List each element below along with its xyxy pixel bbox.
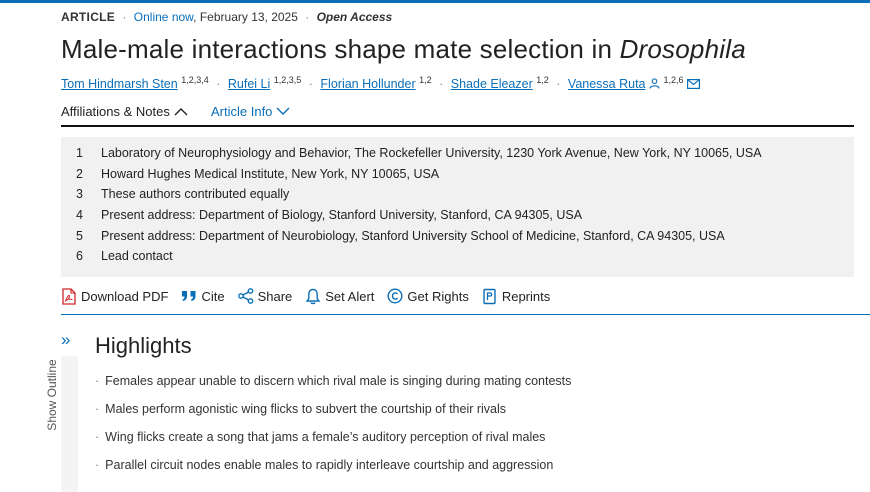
author-list: Tom Hindmarsh Sten 1,2,3,4 · Rufei Li 1,…	[61, 75, 701, 92]
article-title: Male-male interactions shape mate select…	[61, 34, 746, 65]
author-separator: ·	[216, 77, 221, 92]
affiliation-number: 1	[76, 146, 83, 161]
set-alert-label: Set Alert	[325, 288, 375, 304]
download-pdf-label: Download PDF	[81, 288, 169, 304]
affiliation-text: Laboratory of Neurophysiology and Behavi…	[101, 146, 762, 161]
author-separator: ·	[439, 77, 444, 92]
reprints-label: Reprints	[501, 288, 551, 304]
chevron-down-icon	[276, 107, 290, 115]
expand-outline-icon[interactable]: »	[61, 331, 75, 349]
author-affil-sup: 1,2,3,5	[273, 75, 302, 85]
affiliation-number: 6	[76, 249, 83, 264]
share-label: Share	[257, 288, 293, 304]
outline-rail	[61, 356, 78, 492]
affiliation-item: 2 Howard Hughes Medical Institute, New Yo…	[61, 164, 854, 185]
share-icon	[237, 288, 253, 304]
highlight-item: Parallel circuit nodes enable males to r…	[95, 458, 571, 486]
cite-button[interactable]: Cite	[181, 288, 225, 304]
chevron-up-icon	[174, 108, 188, 116]
author-affil-sup: 1,2	[536, 75, 549, 85]
author-link[interactable]: Vanessa Ruta	[568, 77, 646, 91]
author-link[interactable]: Rufei Li	[228, 77, 270, 91]
affiliations-panel: 1 Laboratory of Neurophysiology and Behav…	[61, 137, 854, 277]
cite-label: Cite	[201, 288, 225, 304]
author-link[interactable]: Tom Hindmarsh Sten	[61, 77, 178, 91]
meta-separator: ·	[305, 10, 310, 24]
highlights-heading: Highlights	[95, 333, 192, 358]
open-access-badge: Open Access	[316, 10, 393, 24]
article-type: ARTICLE	[61, 10, 116, 24]
article-meta: ARTICLE · Online now, February 13, 2025 …	[61, 10, 392, 24]
highlight-item: Females appear unable to discern which r…	[95, 374, 571, 402]
tab-affiliations-label: Affiliations & Notes	[61, 104, 170, 119]
affiliation-text: Howard Hughes Medical Institute, New Yor…	[101, 166, 440, 181]
affiliation-text: Present address: Department of Neurobiol…	[101, 228, 725, 243]
share-button[interactable]: Share	[237, 288, 293, 304]
pdf-icon	[62, 287, 76, 305]
author-separator: ·	[556, 77, 561, 92]
person-icon[interactable]	[649, 78, 660, 92]
copyright-icon	[387, 288, 403, 304]
meta-separator: ·	[122, 10, 127, 24]
publish-date: February 13, 2025	[199, 10, 298, 24]
affiliation-item: 1 Laboratory of Neurophysiology and Behav…	[61, 143, 854, 164]
affiliation-item: 4 Present address: Department of Biology,…	[61, 205, 854, 226]
tab-article-info[interactable]: Article Info	[211, 104, 290, 119]
top-accent-bar	[0, 0, 870, 3]
affiliation-item: 5 Present address: Department of Neurobio…	[61, 225, 854, 246]
reprints-button[interactable]: Reprints	[482, 288, 550, 305]
mail-icon[interactable]	[687, 78, 701, 92]
get-rights-button[interactable]: Get Rights	[387, 288, 469, 304]
set-alert-button[interactable]: Set Alert	[305, 288, 374, 305]
highlight-item: Males perform agonistic wing flicks to s…	[95, 402, 571, 430]
affiliation-text: Present address: Department of Biology, …	[101, 208, 583, 223]
article-tabs: Affiliations & Notes Article Info	[61, 104, 854, 127]
affiliation-item: 3 These authors contributed equally	[61, 184, 854, 205]
highlight-item: Wing flicks create a song that jams a fe…	[95, 430, 571, 458]
date-comma: ,	[193, 10, 200, 24]
tab-affiliations[interactable]: Affiliations & Notes	[61, 104, 188, 119]
show-outline-label: Show Outline	[45, 359, 59, 431]
author-separator: ·	[308, 77, 313, 92]
affiliation-number: 3	[76, 187, 83, 202]
download-pdf-button[interactable]: Download PDF	[61, 287, 169, 305]
author-link[interactable]: Shade Eleazer	[451, 77, 533, 91]
title-text: Male-male interactions shape mate select…	[61, 34, 620, 64]
reprints-icon	[483, 288, 496, 304]
affiliation-text: Lead contact	[101, 249, 173, 264]
online-status[interactable]: Online now	[134, 10, 193, 24]
section-divider	[61, 314, 870, 315]
author-affil-sup: 1,2,6	[663, 75, 684, 85]
author-affil-sup: 1,2	[419, 75, 432, 85]
bell-icon	[305, 288, 321, 304]
highlights-list: Females appear unable to discern which r…	[95, 374, 571, 486]
affiliation-number: 2	[76, 166, 83, 181]
affiliation-number: 4	[76, 208, 83, 223]
affiliation-number: 5	[76, 228, 83, 243]
affiliation-item: 6 Lead contact	[61, 246, 854, 267]
highlights-section: Highlights Females appear unable to disc…	[95, 333, 571, 472]
get-rights-label: Get Rights	[407, 288, 469, 304]
author-link[interactable]: Florian Hollunder	[320, 77, 415, 91]
article-toolbar: Download PDF Cite Share Set Alert Get Ri…	[61, 287, 563, 305]
affiliation-text: These authors contributed equally	[101, 187, 290, 202]
quote-icon	[182, 291, 196, 301]
title-genus: Drosophila	[619, 34, 746, 64]
tab-article-info-label: Article Info	[211, 104, 273, 119]
author-affil-sup: 1,2,3,4	[181, 75, 209, 85]
